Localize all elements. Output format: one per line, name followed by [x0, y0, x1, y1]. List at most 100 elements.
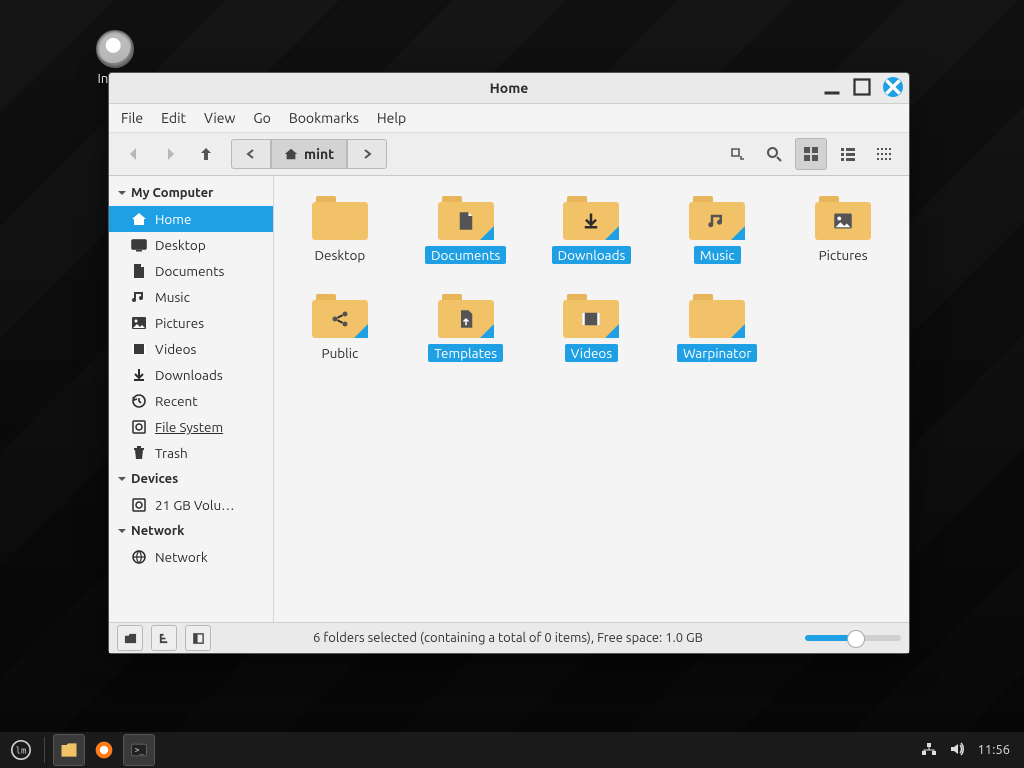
taskbar-files-button[interactable] [53, 734, 85, 766]
path-prev-button[interactable] [231, 139, 271, 169]
sidebar-item-label: Videos [155, 341, 196, 357]
sidebar-item-label: Recent [155, 393, 198, 409]
sidebar-item-home[interactable]: Home [109, 206, 273, 232]
search-button[interactable] [759, 139, 789, 169]
sidebar: My Computer Home Desktop Documents Music Pict… [109, 176, 274, 622]
taskbar: lm >_ 11:56 [0, 732, 1024, 768]
menu-view[interactable]: View [204, 110, 235, 126]
view-compact-button[interactable] [869, 139, 899, 169]
sidebar-item-label: Pictures [155, 315, 204, 331]
sidebar-item-label: Desktop [155, 237, 206, 253]
nav-back-button[interactable] [119, 139, 149, 169]
content-area[interactable]: Desktop Documents Downloads Music Pictures Pu… [274, 176, 909, 622]
menu-edit[interactable]: Edit [161, 110, 186, 126]
sidebar-item-label: Music [155, 289, 190, 305]
sidebar-item-trash[interactable]: Trash [109, 440, 273, 466]
file-label: Desktop [309, 246, 372, 264]
network-icon[interactable] [921, 741, 937, 760]
window-title: Home [490, 80, 529, 96]
view-icons-button[interactable] [795, 138, 827, 170]
folder-icon [438, 294, 494, 338]
disc-icon [96, 30, 134, 68]
toolbar: mint [109, 133, 909, 176]
sidebar-item-desktop[interactable]: Desktop [109, 232, 273, 258]
svg-text:lm: lm [15, 745, 27, 756]
folder-icon [689, 294, 745, 338]
folder-icon [312, 196, 368, 240]
folder-icon [815, 196, 871, 240]
separator [44, 737, 45, 763]
file-label: Downloads [552, 246, 632, 264]
sidebar-item-label: Home [155, 211, 191, 227]
sidebar-item-music[interactable]: Music [109, 284, 273, 310]
folder-icon [312, 294, 368, 338]
minimize-button[interactable] [823, 78, 841, 96]
sidebar-item-label: Network [155, 549, 208, 565]
menubar: File Edit View Go Bookmarks Help [109, 104, 909, 133]
file-label: Pictures [813, 246, 874, 264]
start-menu-button[interactable]: lm [6, 735, 36, 765]
path-crumb-label: mint [304, 146, 334, 162]
taskbar-terminal-button[interactable]: >_ [123, 734, 155, 766]
places-toggle-button[interactable] [117, 625, 143, 651]
sidebar-header-devices[interactable]: Devices [109, 466, 273, 492]
volume-icon[interactable] [949, 741, 965, 760]
file-label: Music [694, 246, 741, 264]
sidebar-item-documents[interactable]: Documents [109, 258, 273, 284]
path-bar: mint [231, 139, 387, 169]
nav-up-button[interactable] [191, 139, 221, 169]
file-music[interactable]: Music [662, 196, 772, 264]
nav-forward-button[interactable] [155, 139, 185, 169]
sidebar-item-downloads[interactable]: Downloads [109, 362, 273, 388]
path-crumb-home[interactable]: mint [271, 139, 347, 169]
sidebar-item-recent[interactable]: Recent [109, 388, 273, 414]
sidebar-header-network[interactable]: Network [109, 518, 273, 544]
file-downloads[interactable]: Downloads [536, 196, 646, 264]
sidebar-item-videos[interactable]: Videos [109, 336, 273, 362]
file-label: Warpinator [677, 344, 757, 362]
menu-go[interactable]: Go [253, 110, 270, 126]
close-button[interactable] [883, 77, 903, 97]
system-tray: 11:56 [921, 741, 1018, 760]
svg-text:>_: >_ [135, 746, 145, 755]
maximize-button[interactable] [853, 78, 871, 96]
titlebar[interactable]: Home [109, 73, 909, 104]
file-pictures[interactable]: Pictures [788, 196, 898, 264]
view-list-button[interactable] [833, 139, 863, 169]
menu-bookmarks[interactable]: Bookmarks [289, 110, 359, 126]
close-sidebar-button[interactable] [185, 625, 211, 651]
sidebar-header-my-computer[interactable]: My Computer [109, 180, 273, 206]
folder-icon [689, 196, 745, 240]
tree-toggle-button[interactable] [151, 625, 177, 651]
sidebar-item-label: Documents [155, 263, 224, 279]
folder-icon [563, 294, 619, 338]
file-label: Templates [428, 344, 503, 362]
file-public[interactable]: Public [285, 294, 395, 362]
zoom-slider[interactable] [805, 635, 901, 641]
sidebar-item-label: File System [155, 419, 223, 435]
folder-icon [563, 196, 619, 240]
file-label: Public [316, 344, 365, 362]
file-warpinator[interactable]: Warpinator [662, 294, 772, 362]
path-next-button[interactable] [347, 139, 387, 169]
clock[interactable]: 11:56 [977, 743, 1010, 757]
sidebar-item-pictures[interactable]: Pictures [109, 310, 273, 336]
sidebar-item-21-gb-volu-[interactable]: 21 GB Volu… [109, 492, 273, 518]
file-label: Documents [425, 246, 506, 264]
file-manager-window: Home File Edit View Go Bookmarks Help [108, 72, 910, 654]
sidebar-item-label: Trash [155, 445, 188, 461]
file-desktop[interactable]: Desktop [285, 196, 395, 264]
menu-help[interactable]: Help [377, 110, 406, 126]
menu-file[interactable]: File [121, 110, 143, 126]
file-label: Videos [565, 344, 618, 362]
sidebar-item-label: 21 GB Volu… [155, 497, 235, 513]
taskbar-firefox-button[interactable] [89, 735, 119, 765]
file-videos[interactable]: Videos [536, 294, 646, 362]
file-documents[interactable]: Documents [411, 196, 521, 264]
sidebar-item-label: Downloads [155, 367, 223, 383]
sidebar-item-file-system[interactable]: File System [109, 414, 273, 440]
file-templates[interactable]: Templates [411, 294, 521, 362]
sidebar-item-network[interactable]: Network [109, 544, 273, 570]
folder-icon [438, 196, 494, 240]
toggle-location-button[interactable] [723, 139, 753, 169]
